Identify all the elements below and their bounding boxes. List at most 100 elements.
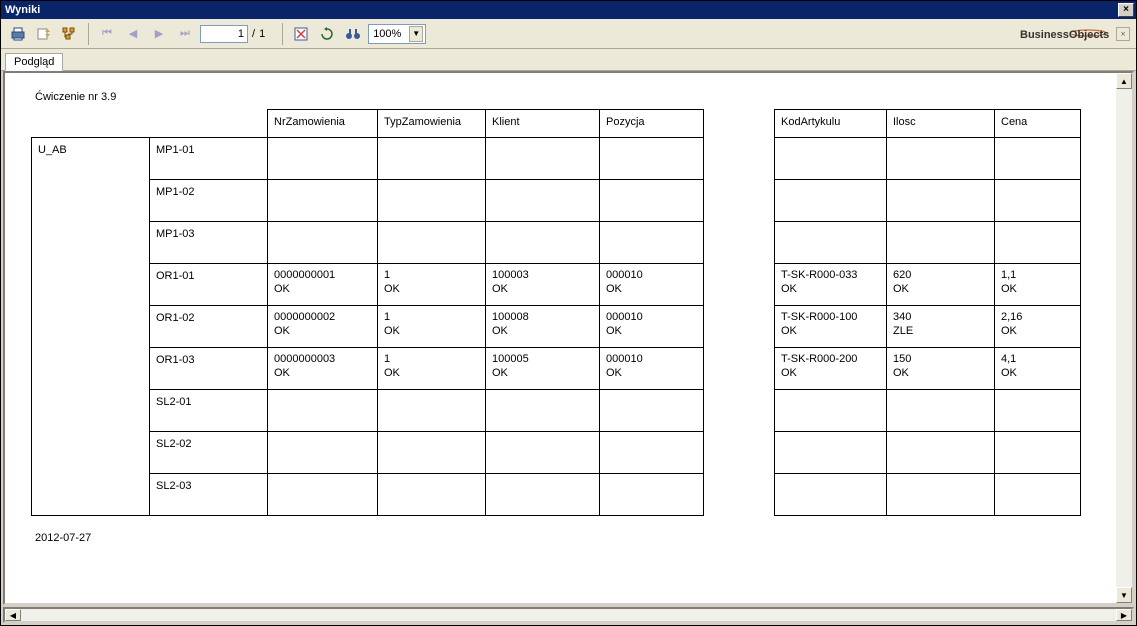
stop-icon [294,27,308,41]
column-header: Ilosc [887,110,995,138]
cell [600,222,704,264]
tree-icon [62,27,78,41]
item-cell: SL2-01 [150,390,268,432]
horizontal-scrollbar[interactable]: ◀ ▶ [3,607,1134,623]
cell [887,390,995,432]
item-cell: OR1-02 [150,306,268,348]
stop-button[interactable] [290,23,312,45]
cell [378,474,486,516]
prev-page-button[interactable]: ◀ [122,23,144,45]
cell: 2,16OK [995,306,1081,348]
cell [995,474,1081,516]
export-icon [36,27,52,41]
scroll-down-icon[interactable]: ▼ [1116,587,1132,603]
item-cell: MP1-02 [150,180,268,222]
table-row [775,180,1081,222]
viewport-outer: Ćwiczenie nr 3.9 NrZamowieniaTypZamowien… [3,71,1134,605]
cell [486,432,600,474]
cell [486,222,600,264]
cell [887,432,995,474]
vertical-scrollbar[interactable]: ▲ ▼ [1116,73,1132,603]
cell: 000010OK [600,264,704,306]
table-row: T-SK-R000-200OK150OK4,1OK [775,348,1081,390]
group-tree-button[interactable] [59,23,81,45]
print-button[interactable] [7,23,29,45]
cell: 1OK [378,306,486,348]
column-header: KodArtykulu [775,110,887,138]
report-date: 2012-07-27 [31,532,1090,544]
page-input[interactable] [200,25,248,43]
cell: 100005OK [486,348,600,390]
zoom-select[interactable]: 100% ▼ [368,24,426,44]
toolbar-separator [282,23,283,45]
last-page-button[interactable]: ⏭ [174,23,196,45]
cell [268,138,378,180]
cell [775,474,887,516]
search-button[interactable] [342,23,364,45]
cell: 620OK [887,264,995,306]
cell [995,138,1081,180]
brand: BusinessObjects × [1020,26,1130,41]
app-window: Wyniki × ⏮ ◀ ▶ ⏭ / 1 100% [0,0,1137,626]
table-row [775,138,1081,180]
cell: 150OK [887,348,995,390]
item-cell: MP1-03 [150,222,268,264]
cell [775,390,887,432]
prev-icon: ◀ [129,27,137,40]
cell [995,180,1081,222]
cell: 1OK [378,348,486,390]
cell [995,432,1081,474]
chevron-down-icon: ▼ [409,26,423,42]
brand-text: BusinessObjects [1020,29,1109,41]
cell: 100003OK [486,264,600,306]
cell [775,180,887,222]
scroll-track[interactable] [21,609,1116,621]
table-row: U_ABMP1-01 [32,138,704,180]
item-cell: SL2-02 [150,432,268,474]
cell: 0000000002OK [268,306,378,348]
cell [486,180,600,222]
cell [268,390,378,432]
cell [486,390,600,432]
binoculars-icon [345,27,361,41]
column-header: Klient [486,110,600,138]
cell [887,474,995,516]
cell [486,474,600,516]
close-button[interactable]: × [1118,3,1134,17]
scroll-track[interactable] [1116,89,1132,587]
toolbar-close-button[interactable]: × [1116,27,1130,41]
table-row [775,474,1081,516]
left-table: NrZamowieniaTypZamowieniaKlientPozycjaU_… [31,109,704,516]
tab-preview[interactable]: Podgląd [5,53,63,71]
cell: T-SK-R000-200OK [775,348,887,390]
scroll-right-icon[interactable]: ▶ [1116,609,1132,621]
table-row: T-SK-R000-033OK620OK1,1OK [775,264,1081,306]
table-row: T-SK-R000-100OK340ZLE2,16OK [775,306,1081,348]
scroll-left-icon[interactable]: ◀ [5,609,21,621]
export-button[interactable] [33,23,55,45]
cell [600,474,704,516]
item-cell: SL2-03 [150,474,268,516]
right-table: KodArtykuluIloscCenaT-SK-R000-033OK620OK… [774,109,1081,516]
cell [775,432,887,474]
table-row [775,390,1081,432]
column-header: TypZamowienia [378,110,486,138]
cell [600,138,704,180]
refresh-button[interactable] [316,23,338,45]
brand-logo: BusinessObjects [1020,26,1110,41]
page-total: 1 [259,28,265,40]
item-cell: OR1-01 [150,264,268,306]
scroll-up-icon[interactable]: ▲ [1116,73,1132,89]
report-layout: NrZamowieniaTypZamowieniaKlientPozycjaU_… [31,109,1090,516]
cell [378,180,486,222]
cell: 0000000001OK [268,264,378,306]
column-header: Pozycja [600,110,704,138]
next-page-button[interactable]: ▶ [148,23,170,45]
report-viewport: Ćwiczenie nr 3.9 NrZamowieniaTypZamowien… [5,73,1116,603]
first-page-button[interactable]: ⏮ [96,23,118,45]
item-cell: MP1-01 [150,138,268,180]
tabbar: Podgląd [1,49,1136,71]
report-title: Ćwiczenie nr 3.9 [31,91,1090,103]
cell [600,180,704,222]
cell [887,180,995,222]
